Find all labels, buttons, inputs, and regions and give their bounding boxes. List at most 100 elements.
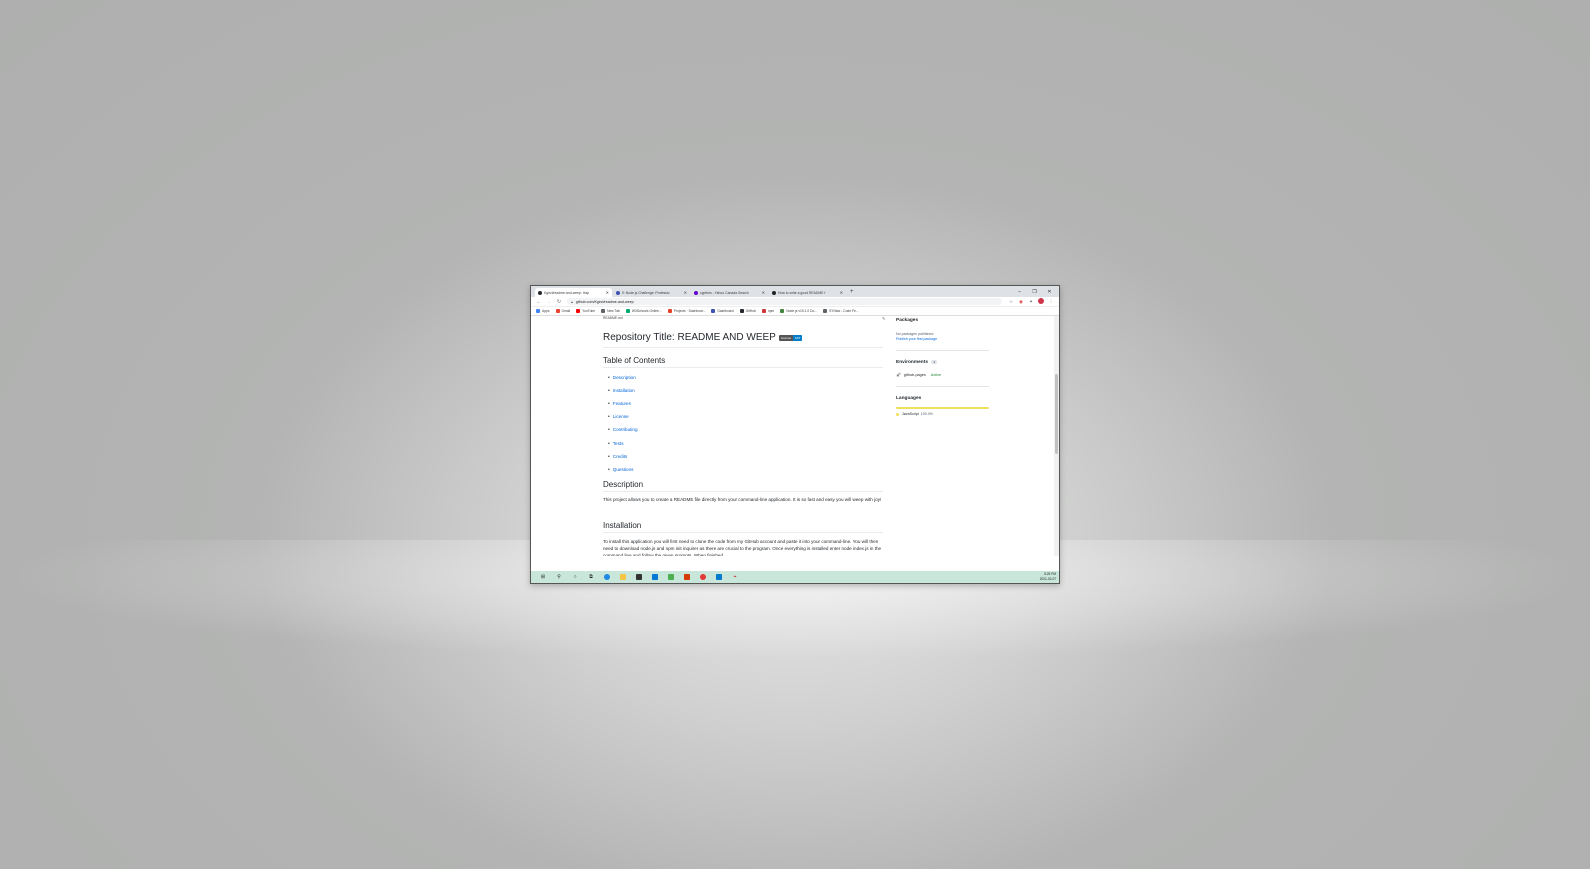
environment-item[interactable]: 🚀︎ github-pages Active [896,372,941,378]
toc-link[interactable]: Description [608,371,638,384]
toc-link[interactable]: License [608,411,638,424]
divider [603,347,883,348]
page-scrollbar[interactable] [1054,316,1059,556]
toc-link[interactable]: Features [608,397,638,410]
tab-strip: Kgirzl/readme-and-weep: Hap ✕ 9: Node.js… [531,286,1059,297]
bookmarks-bar: Apps Gmail YouTube New Tab W3Schools Online.… [531,307,1059,316]
back-arrow-icon[interactable]: ← [534,299,544,305]
tab-title: Kgirzl/readme-and-weep: Hap [544,290,590,295]
bookmark-label: npm [767,309,775,313]
language-name: JavaScript [902,412,919,416]
star-icon[interactable]: ☆ [1006,299,1016,305]
toc-link[interactable]: Tests [608,437,638,450]
installation-heading: Installation [603,521,642,530]
mail-icon[interactable] [647,571,663,583]
taskbar-clock[interactable]: 5:25 PM 2021-02-07 [1040,572,1056,582]
tab-how-to-readme[interactable]: How to write a good README f ✕ [769,288,846,297]
installation-text: To install this application you will fir… [603,539,882,556]
maximize-button[interactable]: ❐ [1027,289,1042,295]
page-title: Repository Title: README AND WEEP Licens… [603,332,803,343]
badge-value: MIT [793,334,803,341]
close-tab-icon[interactable]: ✕ [840,290,843,295]
puzzle-icon[interactable]: ✦ [1026,299,1036,305]
browser-toolbar: ← → ↻ 🔒︎ github.com/Kgirzl/readme-and-we… [531,297,1059,307]
rocket-icon: 🚀︎ [896,373,901,377]
bookmark-label: GitHub [745,309,756,313]
language-item[interactable]: JavaScript 100.0% [896,412,933,416]
task-view-icon[interactable]: ⧉ [583,571,599,583]
bookmark-item[interactable]: Projects · Dashboar... [667,309,706,313]
close-tab-icon[interactable]: ✕ [762,290,765,295]
bookmark-item[interactable]: Dashboard [711,309,734,313]
bookmark-item[interactable]: Apps [536,309,550,313]
tab-readme-and-weep[interactable]: Kgirzl/readme-and-weep: Hap ✕ [535,288,612,297]
divider [603,367,883,368]
toc-link[interactable]: Credits [608,450,638,463]
bookmark-item[interactable]: Node.js v15.1.0 Do... [780,309,817,313]
bookmark-item[interactable]: Gmail [555,309,570,313]
license-badge[interactable]: License MIT [778,334,803,341]
new-tab-button[interactable]: + [850,288,854,297]
close-tab-icon[interactable]: ✕ [684,290,687,295]
yahoo-icon [694,290,698,295]
close-tab-icon[interactable]: ✕ [606,290,609,295]
close-window-button[interactable]: ✕ [1042,289,1057,295]
browser-window: Kgirzl/readme-and-weep: Hap ✕ 9: Node.js… [530,285,1060,584]
forward-arrow-icon[interactable]: → [544,299,554,305]
bookmark-item[interactable]: SYNtax - Code Fe... [823,309,859,313]
edge-icon[interactable] [599,571,615,583]
app-icon[interactable] [663,571,679,583]
bookmark-item[interactable]: YouTube [576,309,595,313]
bookmark-label: Apps [542,309,550,313]
bookmark-icon [711,309,716,313]
bookmark-item[interactable]: GitHub [739,309,756,313]
profile-avatar[interactable] [1036,298,1046,305]
search-icon[interactable]: ⚲ [551,571,567,583]
toolbar-actions: ☆ ◉ ✦ ⋮ [1006,298,1056,305]
toc-link[interactable]: Contributing [608,424,638,437]
chrome-icon[interactable] [695,571,711,583]
office-icon[interactable] [679,571,695,583]
clock-date: 2021-02-07 [1039,577,1056,581]
bookmark-item[interactable]: New Tab [601,309,620,313]
windows-start-icon[interactable]: ⊞ [535,571,551,583]
tool-icon[interactable]: ⌖ [727,571,743,583]
bookmark-item[interactable]: npm [761,309,775,313]
bookmark-icon [667,309,672,313]
tab-nodejs-challenge[interactable]: 9: Node.js Challenge: Professio ✕ [613,288,690,297]
rocket-icon [772,290,776,295]
bookmark-label: Node.js v15.1.0 Do... [786,309,818,313]
bookmark-label: Projects · Dashboar... [673,309,706,313]
description-text: This project allows you to create a READ… [603,497,882,502]
packages-heading: Packages [896,318,919,323]
reload-icon[interactable]: ↻ [554,299,564,305]
bookmark-icon [601,309,606,313]
language-dot-icon [896,412,899,416]
url-text: github.com/Kgirzl/readme-and-weep [575,299,634,304]
bookmark-label: SYNtax - Code Fe... [829,309,859,313]
scrollbar-thumb[interactable] [1055,374,1058,454]
minimize-button[interactable]: – [1012,289,1027,295]
github-icon [538,290,542,295]
cortana-icon[interactable]: ○ [567,571,583,583]
toc-link[interactable]: Questions [608,463,638,476]
bookmark-label: Dashboard [717,309,734,313]
bookmark-item[interactable]: W3Schools Online... [625,309,662,313]
publish-package-link[interactable]: Publish your first package [896,337,937,341]
edit-pencil-icon[interactable]: ✎ [882,316,885,321]
file-explorer-icon[interactable] [615,571,631,583]
toc-link[interactable]: Installation [608,384,638,397]
tab-yahoo-search[interactable]: cypthes - Yahoo Canada Search ✕ [691,288,768,297]
store-icon[interactable] [631,571,647,583]
bookmark-icon [780,309,785,313]
menu-icon[interactable]: ⋮ [1046,299,1056,305]
address-bar[interactable]: 🔒︎ github.com/Kgirzl/readme-and-weep [567,298,1002,305]
windows-taskbar: ⊞ ⚲ ○ ⧉ ⌖ 5:25 PM 2021-02-07 [531,571,1059,583]
extension-icon[interactable]: ◉ [1016,299,1026,305]
vscode-icon[interactable] [711,571,727,583]
bookmark-label: New Tab [607,309,620,313]
badge-label: License [778,334,794,341]
tab-title: How to write a good README f [778,290,826,295]
divider [896,350,989,351]
bookmark-icon [576,309,581,313]
